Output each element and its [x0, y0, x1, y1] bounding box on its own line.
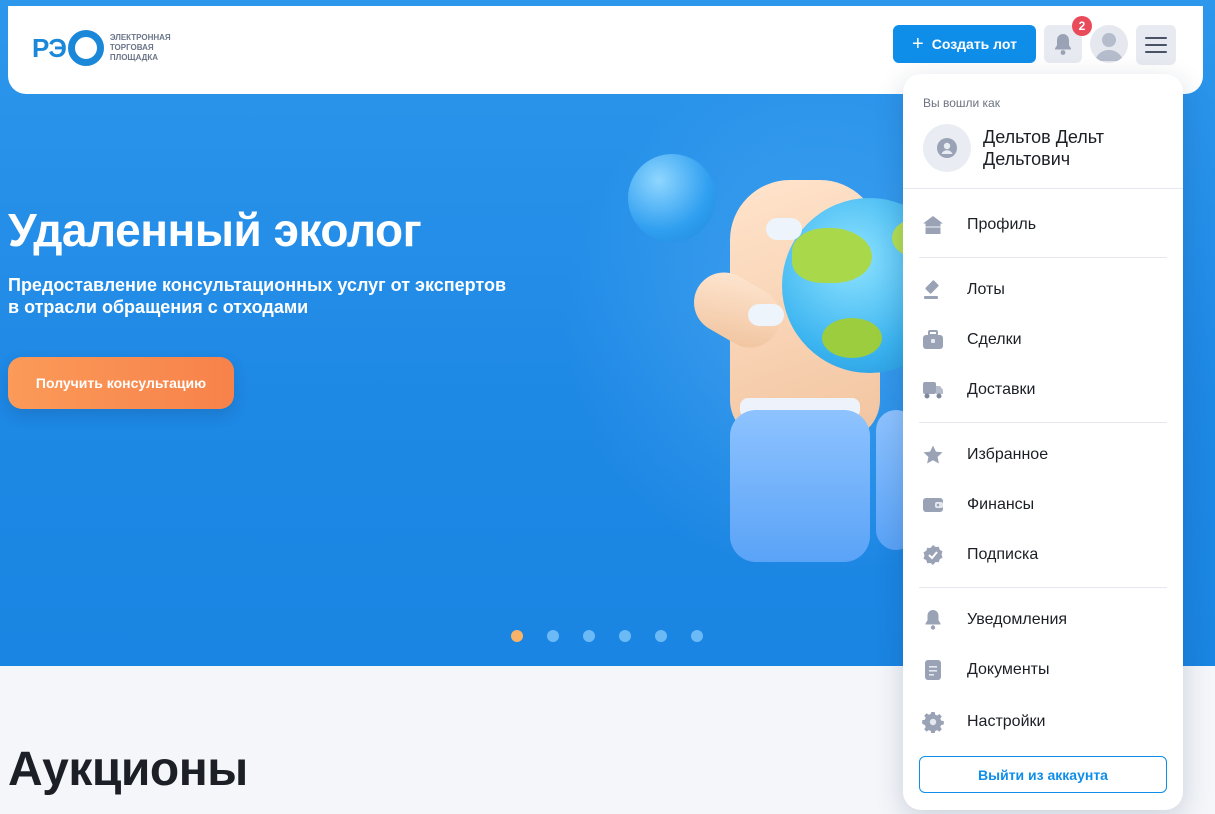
menu-item-label: Уведомления — [967, 611, 1068, 628]
briefcase-icon — [919, 326, 947, 354]
menu-item-label: Документы — [967, 661, 1050, 678]
menu-item-label: Настройки — [967, 713, 1046, 730]
carousel-dots — [511, 630, 703, 642]
hamburger-menu-button[interactable] — [1136, 25, 1176, 65]
menu-item-profile[interactable]: Профиль — [919, 207, 1169, 243]
hero-subtitle: Предоставление консультационных услуг от… — [8, 274, 528, 318]
auctions-heading: Аукционы — [8, 743, 248, 796]
logout-button[interactable]: Выйти из аккаунта — [919, 756, 1167, 793]
hamburger-line — [1145, 51, 1167, 53]
menu-item-label: Доставки — [967, 381, 1036, 398]
notification-count-badge: 2 — [1072, 16, 1092, 36]
logo-caption: ЭЛЕКТРОННАЯ ТОРГОВАЯ ПЛОЩАДКА — [110, 33, 171, 63]
document-icon — [919, 656, 947, 684]
menu-item-lots[interactable]: Лоты — [919, 272, 1169, 308]
logo-caption-line: ЭЛЕКТРОННАЯ — [109, 33, 171, 42]
signed-in-as-caption: Вы вошли как — [923, 96, 1000, 110]
truck-icon — [919, 376, 947, 404]
menu-item-finances[interactable]: Финансы — [919, 487, 1169, 523]
hero-illustration — [600, 140, 957, 580]
home-icon — [919, 211, 947, 239]
current-user: Дельтов Дельт Дельтович — [923, 124, 1153, 172]
hero-title: Удаленный эколог — [8, 204, 422, 256]
logo-letters: РЭ — [32, 32, 67, 63]
hamburger-line — [1145, 44, 1167, 46]
carousel-dot[interactable] — [619, 630, 631, 642]
logo-caption-line: ПЛОЩАДКА — [109, 53, 159, 62]
verified-badge-icon — [919, 541, 947, 569]
carousel-dot[interactable] — [583, 630, 595, 642]
hero-subtitle-line: в отрасли обращения с отходами — [8, 297, 309, 317]
user-icon — [1095, 33, 1123, 61]
menu-item-label: Сделки — [967, 331, 1022, 348]
site-logo[interactable]: РЭ ЭЛЕКТРОННАЯ ТОРГОВАЯ ПЛОЩАДКА — [32, 30, 171, 66]
carousel-dot[interactable] — [691, 630, 703, 642]
user-name-line: Дельтович — [983, 149, 1071, 169]
user-name-line: Дельтов Дельт — [983, 127, 1105, 147]
create-lot-label: Создать лот — [931, 36, 1017, 52]
bell-icon — [919, 606, 947, 634]
carousel-dot[interactable] — [511, 630, 523, 642]
menu-item-label: Избранное — [967, 446, 1049, 463]
menu-item-settings[interactable]: Настройки — [919, 704, 1169, 740]
menu-item-deals[interactable]: Сделки — [919, 322, 1169, 358]
get-consultation-button[interactable]: Получить консультацию — [8, 357, 234, 409]
carousel-dot[interactable] — [655, 630, 667, 642]
menu-item-label: Профиль — [967, 216, 1037, 233]
cloud-shape — [748, 304, 784, 326]
menu-item-documents[interactable]: Документы — [919, 652, 1169, 688]
menu-item-deliveries[interactable]: Доставки — [919, 372, 1169, 408]
menu-item-label: Лоты — [967, 281, 1005, 298]
menu-item-notifications[interactable]: Уведомления — [919, 602, 1169, 638]
blue-sphere — [628, 154, 716, 242]
carousel-dot[interactable] — [547, 630, 559, 642]
star-icon — [919, 441, 947, 469]
menu-divider — [919, 587, 1167, 588]
gear-icon — [919, 708, 947, 736]
menu-item-label: Финансы — [967, 496, 1035, 513]
menu-divider — [919, 422, 1167, 423]
sleeve-shape — [730, 410, 870, 562]
menu-item-label: Подписка — [967, 546, 1039, 563]
create-lot-button[interactable]: + Создать лот — [893, 25, 1036, 63]
hamburger-line — [1145, 37, 1167, 39]
user-full-name: Дельтов Дельт Дельтович — [983, 126, 1153, 170]
wallet-icon — [919, 491, 947, 519]
user-avatar — [923, 124, 971, 172]
hero-subtitle-line: Предоставление консультационных услуг от… — [8, 275, 507, 295]
menu-item-favorites[interactable]: Избранное — [919, 437, 1169, 473]
logo-mark: РЭ — [32, 30, 104, 66]
user-icon — [937, 138, 957, 158]
plus-icon: + — [912, 33, 924, 55]
menu-divider — [919, 257, 1167, 258]
menu-divider — [903, 188, 1183, 189]
menu-item-subscription[interactable]: Подписка — [919, 537, 1169, 573]
account-dropdown-menu: Вы вошли как Дельтов Дельт Дельтович Про… — [903, 74, 1183, 810]
gavel-icon — [919, 276, 947, 304]
logo-caption-line: ТОРГОВАЯ — [109, 43, 154, 52]
user-avatar-button[interactable] — [1090, 25, 1128, 63]
bell-icon — [1055, 34, 1071, 55]
cloud-shape — [766, 218, 802, 240]
logo-ring-icon — [67, 30, 104, 66]
